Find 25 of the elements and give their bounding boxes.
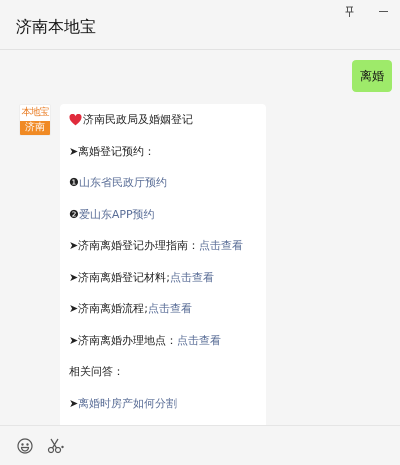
logo-brand: 本地宝 xyxy=(20,106,50,120)
message-text: ❷ xyxy=(69,206,79,222)
logo-city: 济南 xyxy=(20,121,50,135)
message-text: ➤济南离婚登记办理指南： xyxy=(69,238,200,254)
message-text: ➤ xyxy=(69,396,78,412)
link[interactable]: 点击查看 xyxy=(148,300,192,318)
link[interactable]: 爱山东APP预约 xyxy=(78,206,155,224)
pin-icon[interactable] xyxy=(345,6,354,17)
user-message-bubble: 离婚 xyxy=(352,60,392,92)
message-text: 济南民政局及婚姻登记 xyxy=(83,112,193,128)
message-text: ➤济南离婚登记材料; xyxy=(69,270,170,286)
scissors-icon[interactable] xyxy=(47,438,64,454)
message-text: ❶ xyxy=(69,175,79,191)
link[interactable]: 点击查看 xyxy=(170,268,214,286)
message-text: ➤离婚登记预约： xyxy=(69,144,156,160)
window-title: 济南本地宝 xyxy=(16,16,96,38)
minimize-icon[interactable] xyxy=(379,10,388,12)
link[interactable]: 山东省民政厅预约 xyxy=(78,174,167,192)
emoji-icon[interactable] xyxy=(17,438,33,454)
message-text: 相关问答： xyxy=(69,364,124,380)
link[interactable]: 离婚时房产如何分割 xyxy=(78,394,178,412)
link[interactable]: 点击查看 xyxy=(199,237,244,255)
message-text: ➤济南离婚办理地点： xyxy=(69,332,178,348)
link[interactable]: 点击查看 xyxy=(177,332,222,350)
message-text: ➤济南离婚流程; xyxy=(69,301,148,317)
